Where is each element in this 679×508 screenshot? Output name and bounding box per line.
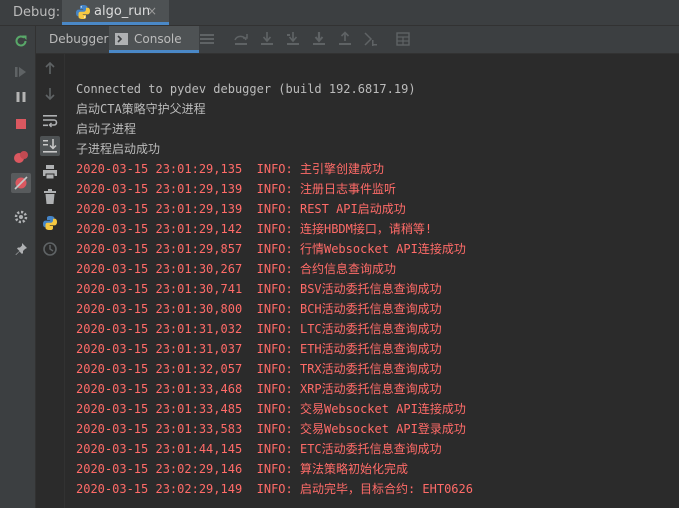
debug-sub-toolbar: Debugger Console (36, 26, 679, 54)
console-log-line: 2020-03-15 23:01:29,139 INFO: REST API启动… (76, 202, 406, 216)
debug-label: Debug: (13, 5, 61, 20)
history-icon[interactable] (40, 239, 60, 259)
active-tab-indicator (109, 50, 199, 53)
evaluate-icon[interactable] (394, 30, 412, 48)
python-console-icon[interactable] (40, 213, 60, 233)
rerun-icon[interactable] (11, 31, 31, 51)
resume-icon[interactable] (11, 62, 31, 82)
console-text-line: 子进程启动成功 (76, 142, 161, 156)
soft-wrap-icon[interactable] (40, 111, 60, 131)
run-tab-label: algo_run (94, 4, 151, 19)
console-log-line: 2020-03-15 23:01:30,741 INFO: BSV活动委托信息查… (76, 282, 442, 296)
scroll-up-icon[interactable] (40, 58, 60, 78)
console-side-toolbar (36, 54, 65, 508)
debug-tab-bar: Debug: algo_run × (0, 0, 679, 26)
step-into-my-code-icon[interactable] (284, 30, 302, 48)
clear-all-icon[interactable] (40, 187, 60, 207)
debug-left-toolbar (7, 26, 36, 508)
stop-icon[interactable] (11, 114, 31, 134)
tab-debugger-label: Debugger (49, 32, 109, 46)
tab-debugger[interactable]: Debugger (40, 26, 109, 53)
scroll-to-end-icon[interactable] (40, 136, 60, 156)
run-to-cursor-icon[interactable] (362, 30, 380, 48)
console-log-line: 2020-03-15 23:01:33,583 INFO: 交易Websocke… (76, 422, 466, 436)
console-output[interactable]: Connected to pydev debugger (build 192.6… (76, 79, 676, 499)
mute-breakpoints-icon[interactable] (11, 173, 31, 193)
console-log-line: 2020-03-15 23:01:29,135 INFO: 主引擎创建成功 (76, 162, 384, 176)
console-log-line: 2020-03-15 23:01:33,468 INFO: XRP活动委托信息查… (76, 382, 442, 396)
console-text-line: 启动CTA策略守护父进程 (76, 102, 206, 116)
active-tab-indicator (62, 22, 169, 25)
pause-icon[interactable] (11, 87, 31, 107)
console-log-line: 2020-03-15 23:01:29,142 INFO: 连接HBDM接口，请… (76, 222, 433, 236)
console-log-line: 2020-03-15 23:01:31,037 INFO: ETH活动委托信息查… (76, 342, 442, 356)
settings-icon[interactable] (11, 207, 31, 227)
tab-console-label: Console (134, 32, 182, 46)
tab-console[interactable]: Console (109, 26, 199, 53)
console-log-line: 2020-03-15 23:01:29,139 INFO: 注册日志事件监听 (76, 182, 396, 196)
view-breakpoints-icon[interactable] (11, 147, 31, 167)
console-log-line: 2020-03-15 23:01:29,857 INFO: 行情Websocke… (76, 242, 466, 256)
close-icon[interactable]: × (147, 4, 157, 18)
step-over-icon[interactable] (232, 30, 250, 48)
console-log-line: 2020-03-15 23:02:29,149 INFO: 启动完毕，目标合约:… (76, 482, 473, 496)
console-log-line: 2020-03-15 23:01:44,145 INFO: ETC活动委托信息查… (76, 442, 442, 456)
console-log-line: 2020-03-15 23:01:30,267 INFO: 合约信息查询成功 (76, 262, 396, 276)
console-log-line: 2020-03-15 23:01:32,057 INFO: TRX活动委托信息查… (76, 362, 442, 376)
print-icon[interactable] (40, 162, 60, 182)
console-text-line: 启动子进程 (76, 122, 137, 136)
console-log-line: 2020-03-15 23:01:33,485 INFO: 交易Websocke… (76, 402, 466, 416)
scroll-down-icon[interactable] (40, 84, 60, 104)
menu-icon[interactable] (198, 30, 216, 48)
console-log-line: 2020-03-15 23:01:30,800 INFO: BCH活动委托信息查… (76, 302, 442, 316)
force-step-into-icon[interactable] (310, 30, 328, 48)
python-icon (76, 5, 90, 19)
step-out-icon[interactable] (336, 30, 354, 48)
console-icon (115, 33, 128, 45)
console-text-line: Connected to pydev debugger (build 192.6… (76, 82, 416, 96)
console-log-line: 2020-03-15 23:01:31,032 INFO: LTC活动委托信息查… (76, 322, 442, 336)
console-log-line: 2020-03-15 23:02:29,146 INFO: 算法策略初始化完成 (76, 462, 408, 476)
step-into-icon[interactable] (258, 30, 276, 48)
pin-icon[interactable] (11, 239, 31, 259)
run-tab-algo-run[interactable]: algo_run × (62, 0, 169, 25)
